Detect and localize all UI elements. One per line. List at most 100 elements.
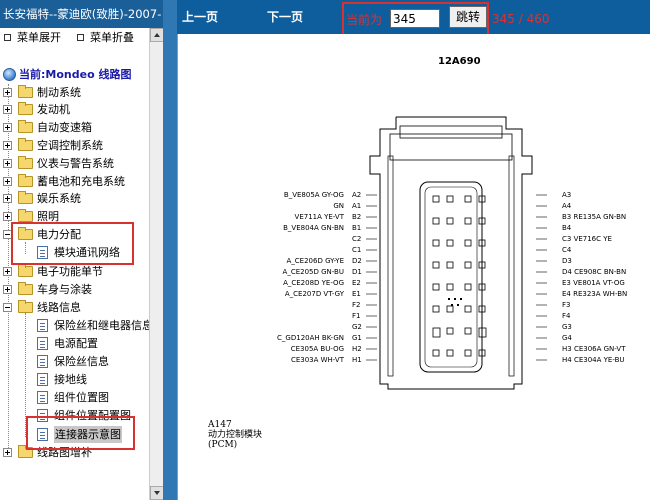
expand-plus-icon[interactable] [3, 159, 12, 168]
connector-pin [446, 305, 454, 313]
connector-pin [464, 239, 472, 247]
pin-label: A4 [562, 202, 572, 210]
pin-label: B1 [352, 224, 362, 232]
pin-label: B3 RE135A GN-BN [562, 213, 627, 221]
expand-plus-icon[interactable] [3, 285, 12, 294]
menu-expand-link[interactable]: 菜单展开 [4, 31, 61, 45]
pin-label: C2 [352, 235, 362, 243]
wire-label: CE305A BU-OG [290, 345, 344, 353]
connector-pin [432, 261, 440, 269]
key-mark [451, 304, 453, 306]
key-mark [457, 304, 459, 306]
folder-icon [18, 85, 33, 98]
connector-pin [464, 305, 472, 313]
scroll-up-arrow-icon[interactable] [150, 28, 163, 42]
folder-open-icon [18, 300, 33, 313]
connector-pin [446, 217, 454, 225]
expand-plus-icon[interactable] [3, 212, 12, 221]
pin-label: H1 [352, 356, 362, 364]
wire-label: A_CE208D YE-OG [283, 279, 344, 287]
key-mark [448, 298, 450, 300]
tree-root-label: 当前:Mondeo 线路图 [19, 68, 132, 81]
expand-plus-icon[interactable] [3, 448, 12, 457]
document-icon [37, 391, 48, 404]
connector-pin [464, 327, 472, 335]
pin-label: E2 [352, 279, 361, 287]
pin-label: E4 RE323A WH-BN [562, 290, 628, 298]
pin-label: F2 [352, 301, 361, 309]
panel-divider[interactable] [163, 0, 177, 500]
wire-label: C_GD120AH BK-GN [277, 334, 344, 342]
connector-pin [446, 283, 454, 291]
wire-label: A_CE206D GY-YE [286, 257, 345, 265]
pin-label: D3 [562, 257, 572, 265]
wire-label: VE711A YE-VT [294, 213, 344, 221]
pin-label: A2 [352, 191, 362, 199]
connector-pin [432, 195, 440, 203]
pin-label: D1 [352, 268, 362, 276]
module-abbr: (PCM) [208, 440, 238, 450]
expand-plus-icon[interactable] [3, 123, 12, 132]
pin-label: G4 [562, 334, 572, 342]
collapse-minus-icon[interactable] [3, 303, 12, 312]
folder-icon [18, 174, 33, 187]
connector-pin [446, 195, 454, 203]
connector-pin [464, 195, 472, 203]
connector-pin [464, 349, 472, 357]
expand-plus-icon[interactable] [3, 105, 12, 114]
folder-icon [18, 120, 33, 133]
pin-label: B4 [562, 224, 572, 232]
connector-pin [432, 305, 440, 313]
module-name: 动力控制模块 [208, 430, 263, 440]
collapse-menu-icon [77, 33, 84, 41]
pin-label: H4 CE304A YE-BU [562, 356, 625, 364]
document-icon [37, 337, 48, 350]
wire-label: GN [333, 202, 344, 210]
pin-label: H2 [352, 345, 362, 353]
tree-scrollbar[interactable] [149, 28, 163, 500]
connector-pin [446, 261, 454, 269]
pin-label: E3 VE801A VT-OG [562, 279, 625, 287]
wire-label: A_CE205D GN-BU [282, 268, 344, 276]
key-mark [454, 298, 456, 300]
expand-plus-icon[interactable] [3, 177, 12, 186]
wire-label: B_VE805A GY-OG [283, 191, 344, 199]
menu-expand-label: 菜单展开 [17, 31, 61, 44]
connector-pin [432, 349, 440, 357]
next-page-button[interactable]: 下一页 [267, 8, 303, 25]
left-navigation-panel: 长安福特--蒙迪欧(致胜)-2007- 菜单展开 菜单折叠 当前:Mondeo … [0, 0, 163, 500]
pin-label: F1 [352, 312, 361, 320]
pin-label: D4 CE908C BN-BN [562, 268, 627, 276]
menu-collapse-label: 菜单折叠 [90, 31, 134, 44]
pin-label: D2 [352, 257, 362, 265]
pin-label: H3 CE306A GN-VT [562, 345, 626, 353]
expand-plus-icon[interactable] [3, 267, 12, 276]
connector-pin [432, 283, 440, 291]
pin-label: E1 [352, 290, 361, 298]
pin-label: F4 [562, 312, 571, 320]
connector-pin [464, 217, 472, 225]
expand-menu-icon [4, 33, 11, 41]
expand-plus-icon[interactable] [3, 194, 12, 203]
highlight-box [11, 222, 134, 265]
scroll-down-arrow-icon[interactable] [150, 486, 163, 500]
wire-label: CE303A WH-VT [290, 356, 344, 364]
connector-pin [464, 261, 472, 269]
tree-root[interactable]: 当前:Mondeo 线路图 [3, 67, 131, 83]
folder-icon [18, 209, 33, 222]
menu-collapse-link[interactable]: 菜单折叠 [77, 31, 134, 45]
previous-page-button[interactable]: 上一页 [182, 8, 218, 25]
folder-icon [18, 156, 33, 169]
globe-icon [3, 67, 16, 81]
connector-pin [464, 283, 472, 291]
pin-label: C1 [352, 246, 362, 254]
pin-label: G2 [352, 323, 362, 331]
connector-pin [446, 327, 454, 335]
module-code: A147 [208, 420, 232, 430]
expand-plus-icon[interactable] [3, 88, 12, 97]
wire-label: B_VE804A GN-BN [283, 224, 344, 232]
pin-label: G3 [562, 323, 572, 331]
expand-plus-icon[interactable] [3, 141, 12, 150]
pin-label: C4 [562, 246, 572, 254]
folder-icon [18, 264, 33, 277]
